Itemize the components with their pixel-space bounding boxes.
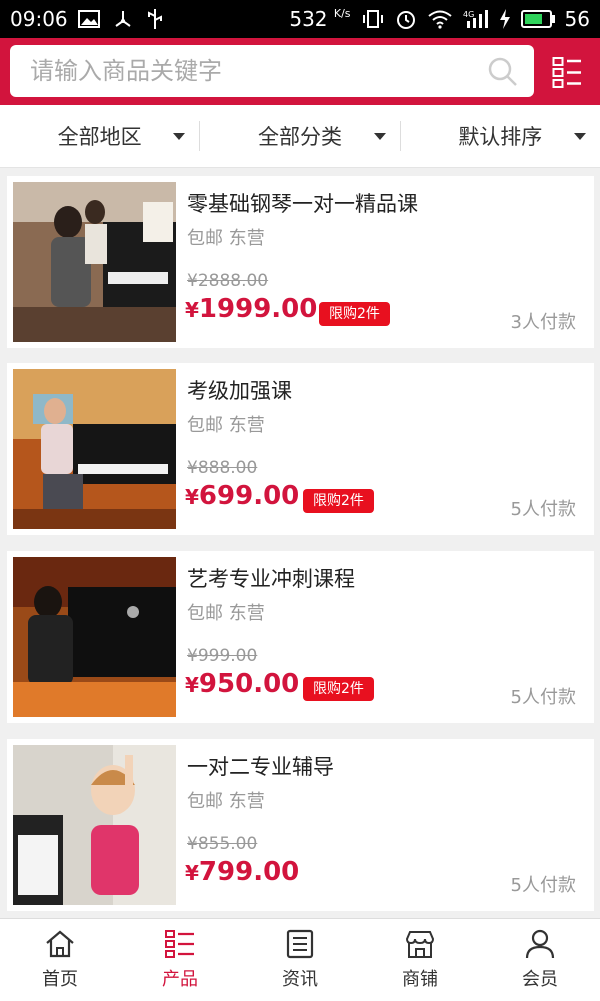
- currency-symbol: ¥: [185, 673, 199, 697]
- paid-count: 3人付款: [510, 312, 576, 333]
- limit-badge: 限购2件: [303, 677, 374, 701]
- svg-text:4G: 4G: [463, 10, 474, 19]
- usb-debug-icon: [115, 11, 131, 27]
- battery-icon: [520, 10, 555, 28]
- filter-category-label: 全部分类: [257, 125, 342, 149]
- paid-count: 5人付款: [510, 499, 576, 520]
- product-title[interactable]: 艺考专业冲刺课程: [187, 563, 355, 593]
- status-right: 532 K/s 4G 56: [289, 7, 590, 31]
- product-price: ¥699.00: [185, 481, 299, 511]
- filter-sort[interactable]: 默认排序: [401, 105, 600, 167]
- tab-home-label: 首页: [42, 969, 78, 990]
- filter-region[interactable]: 全部地区: [0, 105, 199, 167]
- tab-news[interactable]: 资讯: [240, 919, 360, 1001]
- shop-icon: [405, 931, 435, 958]
- alarm-icon: [396, 11, 415, 29]
- product-price: ¥1999.00: [185, 294, 317, 324]
- filter-bar: 全部地区 全部分类 默认排序: [0, 105, 600, 168]
- bottom-tab-bar: 首页 产品 资讯 商铺 会员: [0, 918, 600, 1001]
- grid-list-icon: [165, 930, 194, 958]
- chevron-down-icon: [373, 133, 386, 140]
- product-location: 包邮 东营: [187, 228, 265, 249]
- net-speed: 532 K/s: [289, 7, 350, 31]
- product-card[interactable]: 一对二专业辅导 包邮 东营 ¥855.00 ¥799.00 5人付款: [7, 739, 594, 911]
- product-location: 包邮 东营: [187, 791, 265, 812]
- search-icon[interactable]: [488, 57, 518, 87]
- tab-products[interactable]: 产品: [120, 919, 240, 1001]
- product-title[interactable]: 一对二专业辅导: [187, 751, 334, 781]
- usb-icon: [147, 9, 162, 29]
- currency-symbol: ¥: [185, 861, 199, 885]
- product-price-value: 799.00: [198, 857, 300, 887]
- product-price: ¥799.00: [185, 857, 299, 887]
- tab-shop[interactable]: 商铺: [360, 919, 480, 1001]
- product-price-value: 699.00: [198, 481, 300, 511]
- chevron-down-icon: [573, 133, 586, 140]
- product-price-value: 950.00: [198, 669, 300, 699]
- product-price: ¥950.00: [185, 669, 299, 699]
- charging-icon: [499, 9, 510, 29]
- product-old-price: ¥855.00: [187, 834, 258, 854]
- net-speed-unit: K/s: [333, 7, 351, 20]
- product-image-tutoring[interactable]: [13, 745, 176, 905]
- status-time: 09:06: [10, 7, 68, 31]
- product-old-price: ¥999.00: [187, 646, 258, 666]
- product-image-art-exam[interactable]: [13, 557, 176, 717]
- product-card[interactable]: 艺考专业冲刺课程 包邮 东营 ¥999.00 ¥950.00 限购2件 5人付款: [7, 551, 594, 723]
- net-speed-value: 532: [289, 7, 328, 31]
- search-box[interactable]: [10, 45, 534, 97]
- product-image-piano-lesson[interactable]: [13, 182, 176, 342]
- signal-4g-icon: 4G: [463, 10, 488, 28]
- tab-member-label: 会员: [522, 969, 558, 990]
- user-icon: [525, 929, 555, 959]
- tab-news-label: 资讯: [282, 969, 318, 990]
- tab-products-label: 产品: [162, 969, 198, 990]
- tab-member[interactable]: 会员: [480, 919, 600, 1001]
- chevron-down-icon: [173, 133, 186, 140]
- currency-symbol: ¥: [185, 298, 199, 322]
- app-header: [0, 38, 600, 105]
- product-location: 包邮 东营: [187, 603, 265, 624]
- wifi-icon: [427, 10, 452, 29]
- tab-home[interactable]: 首页: [0, 919, 120, 1001]
- news-icon: [286, 929, 314, 959]
- product-image-grade-exam[interactable]: [13, 369, 176, 529]
- tab-shop-label: 商铺: [402, 969, 438, 990]
- product-old-price: ¥2888.00: [187, 271, 269, 291]
- home-icon: [46, 930, 74, 958]
- limit-badge: 限购2件: [303, 489, 374, 513]
- status-left-icons: [77, 8, 164, 30]
- filter-category[interactable]: 全部分类: [200, 105, 399, 167]
- vibrate-icon: [362, 10, 383, 28]
- product-old-price: ¥888.00: [187, 458, 258, 478]
- product-title[interactable]: 考级加强课: [187, 375, 292, 405]
- status-bar: 09:06 532 K/s 4G 56: [0, 0, 600, 38]
- search-input[interactable]: [28, 56, 482, 86]
- paid-count: 5人付款: [510, 687, 576, 708]
- limit-badge: 限购2件: [319, 302, 390, 326]
- product-title[interactable]: 零基础钢琴一对一精品课: [187, 188, 418, 218]
- battery-level: 56: [564, 7, 590, 31]
- image-icon: [77, 10, 100, 28]
- product-card[interactable]: 零基础钢琴一对一精品课 包邮 东营 ¥2888.00 ¥1999.00 限购2件…: [7, 176, 594, 348]
- paid-count: 5人付款: [510, 875, 576, 896]
- product-location: 包邮 东营: [187, 415, 265, 436]
- currency-symbol: ¥: [185, 485, 199, 509]
- product-card[interactable]: 考级加强课 包邮 东营 ¥888.00 ¥699.00 限购2件 5人付款: [7, 363, 594, 535]
- category-menu-icon[interactable]: [552, 56, 582, 88]
- filter-sort-label: 默认排序: [458, 125, 543, 149]
- filter-region-label: 全部地区: [57, 125, 142, 149]
- product-price-value: 1999.00: [198, 294, 318, 324]
